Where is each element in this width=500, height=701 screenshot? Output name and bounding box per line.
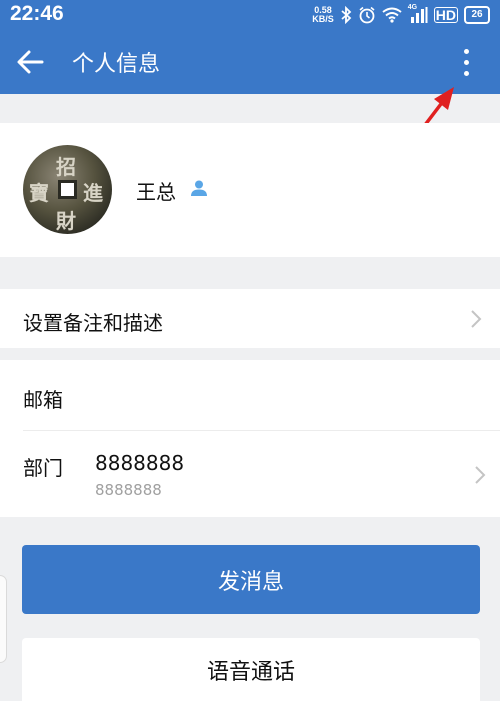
page-title: 个人信息 — [72, 52, 161, 77]
bluetooth-icon — [340, 6, 352, 24]
profile-name: 王总 — [136, 180, 176, 204]
status-bar: 22:46 0.58 KB/S 4G HD 26 — [0, 0, 500, 28]
department-value: 8888888 — [95, 451, 185, 475]
alarm-icon — [358, 6, 376, 24]
floating-edge-handle[interactable] — [0, 575, 7, 663]
avatar-char: 進 — [83, 181, 103, 205]
chevron-right-icon — [475, 466, 486, 484]
arrow-left-icon — [17, 50, 44, 74]
send-message-button[interactable]: 发消息 — [22, 545, 480, 614]
status-time: 22:46 — [10, 2, 64, 25]
set-remark-row[interactable]: 设置备注和描述 — [0, 289, 500, 348]
signal-icon: 4G — [407, 4, 428, 23]
chevron-right-icon — [471, 310, 482, 328]
department-label: 部门 — [23, 456, 63, 480]
hd-icon: HD — [433, 7, 458, 23]
network-type: 4G — [407, 4, 418, 11]
wifi-icon — [382, 7, 402, 23]
more-vert-icon — [464, 49, 469, 54]
email-label: 邮箱 — [23, 388, 63, 412]
info-section: 邮箱 部门 8888888 8888888 — [0, 360, 500, 517]
coin-hole — [58, 180, 77, 199]
avatar-char: 財 — [56, 209, 76, 233]
set-remark-label: 设置备注和描述 — [23, 311, 163, 335]
profile-card: 招 進 財 寶 王总 — [0, 123, 500, 257]
network-speed: 0.58 KB/S — [312, 6, 334, 24]
person-icon — [191, 180, 207, 196]
network-speed-unit: KB/S — [312, 14, 334, 24]
back-button[interactable] — [14, 46, 46, 78]
department-row[interactable]: 部门 8888888 8888888 — [0, 431, 500, 517]
status-icons: 0.58 KB/S 4G HD 26 — [312, 4, 490, 26]
department-subtext: 8888888 — [95, 481, 162, 499]
avatar-char: 寶 — [29, 181, 49, 205]
more-options-button[interactable] — [454, 46, 480, 80]
battery-icon: 26 — [464, 6, 490, 24]
avatar-char: 招 — [56, 155, 76, 179]
top-bar: 22:46 0.58 KB/S 4G HD 26 个人信息 — [0, 0, 500, 94]
avatar[interactable]: 招 進 財 寶 — [23, 145, 112, 234]
voice-call-button[interactable]: 语音通话 — [22, 638, 480, 701]
